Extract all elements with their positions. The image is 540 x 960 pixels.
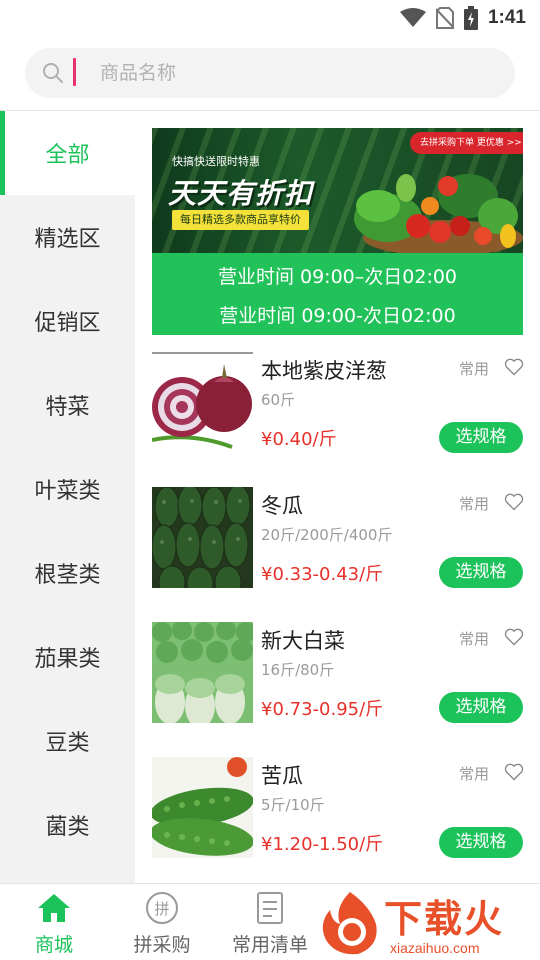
product-price: ¥0.33-0.43/斤: [261, 564, 384, 585]
red-onion-image: [152, 352, 253, 453]
group-buy-icon: 拼: [146, 892, 178, 924]
sidebar-item-promotion[interactable]: 促销区: [0, 279, 135, 363]
nav-item-frequent-list[interactable]: 常用清单: [216, 884, 324, 960]
vegetable-basket-image: [354, 174, 523, 253]
business-hours-panel: 营业时间 09:00–次日02:00 营业时间 09:00-次日02:00: [152, 253, 523, 335]
sidebar-item-label: 全部: [45, 143, 90, 168]
flame-logo-icon: [322, 892, 377, 955]
svg-text:拼: 拼: [154, 900, 169, 918]
banner-tag: 每日精选多款商品享特价: [172, 210, 309, 230]
select-spec-button[interactable]: 选规格: [439, 422, 523, 453]
status-bar: 1:41: [0, 0, 540, 36]
select-spec-button[interactable]: 选规格: [439, 827, 523, 858]
product-item[interactable]: 本地紫皮洋葱 常用 60斤 ¥0.40/斤 选规格: [152, 352, 524, 453]
sidebar-item-label: 根茎类: [34, 563, 101, 588]
sidebar-item-label: 茄果类: [34, 647, 101, 672]
product-price: ¥0.40/斤: [261, 429, 337, 450]
sidebar-item-root[interactable]: 根茎类: [0, 531, 135, 615]
sidebar-item-specialty[interactable]: 特菜: [0, 363, 135, 447]
nav-label: 拼采购: [133, 934, 191, 956]
status-time: 1:41: [487, 7, 526, 28]
search-input[interactable]: [75, 48, 495, 98]
product-price: ¥0.73-0.95/斤: [261, 699, 384, 720]
business-hours-text: 营业时间 09:00-次日02:00: [219, 305, 456, 327]
product-item[interactable]: 冬瓜 常用 20斤/200斤/400斤 ¥0.33-0.43/斤 选规格: [152, 487, 524, 588]
sidebar-item-label: 菌类: [45, 815, 90, 840]
banner-image: 快搞快送限时特惠 天天有折扣 每日精选多款商品享特价 去拼采购下单 更优惠 >>: [152, 128, 523, 253]
nav-label: 常用清单: [231, 934, 308, 956]
nav-label: 商城: [34, 934, 73, 956]
sidebar-item-label: 豆类: [45, 731, 90, 756]
frequent-tag: 常用: [459, 630, 490, 648]
sidebar-item-featured[interactable]: 精选区: [0, 195, 135, 279]
banner-subtitle: 快搞快送限时特惠: [172, 155, 260, 168]
watermark-logo: 下载火 xiazaihuo.com: [318, 886, 540, 960]
sidebar-item-label: 促销区: [34, 311, 101, 336]
sidebar-item-label: 特菜: [45, 395, 90, 420]
banner-headline: 天天有折扣: [168, 177, 314, 210]
sidebar-item-leafy[interactable]: 叶菜类: [0, 447, 135, 531]
watermark-url: xiazaihuo.com: [390, 940, 480, 956]
promo-banner[interactable]: 快搞快送限时特惠 天天有折扣 每日精选多款商品享特价 去拼采购下单 更优惠 >>…: [152, 128, 523, 335]
text-cursor: [73, 58, 76, 86]
product-name: 苦瓜: [261, 764, 303, 788]
heart-icon[interactable]: [504, 627, 524, 647]
bitter-melon-image: [152, 757, 253, 858]
product-name: 本地紫皮洋葱: [261, 359, 387, 383]
battery-charging-icon: [463, 6, 478, 30]
search-icon: [43, 63, 63, 83]
product-spec: 20斤/200斤/400斤: [261, 526, 393, 544]
no-sim-icon: [435, 7, 454, 29]
heart-icon[interactable]: [504, 762, 524, 782]
wifi-icon: [399, 8, 426, 27]
banner-cta-pill[interactable]: 去拼采购下单 更优惠 >>: [410, 132, 523, 154]
product-spec: 16斤/80斤: [261, 661, 335, 679]
product-spec: 60斤: [261, 391, 296, 409]
product-name: 冬瓜: [261, 494, 303, 518]
business-hours-text: 营业时间 09:00–次日02:00: [217, 266, 458, 288]
winter-melon-image: [152, 487, 253, 588]
nav-item-mall[interactable]: 商城: [0, 884, 108, 960]
sidebar-item-mushroom[interactable]: 菌类: [0, 783, 135, 867]
frequent-tag: 常用: [459, 360, 490, 378]
select-spec-button[interactable]: 选规格: [439, 557, 523, 588]
chinese-cabbage-image: [152, 622, 253, 723]
select-spec-button[interactable]: 选规格: [439, 692, 523, 723]
category-sidebar: 全部 精选区 促销区 特菜 叶菜类 根茎类 茄果类 豆类 菌类: [0, 111, 135, 883]
active-indicator: [0, 111, 5, 195]
list-icon: [257, 892, 283, 924]
product-spec: 5斤/10斤: [261, 796, 325, 814]
home-icon: [38, 894, 70, 922]
nav-item-group-buy[interactable]: 拼 拼采购: [108, 884, 216, 960]
frequent-tag: 常用: [459, 495, 490, 513]
frequent-tag: 常用: [459, 765, 490, 783]
product-item[interactable]: 苦瓜 常用 5斤/10斤 ¥1.20-1.50/斤 选规格: [152, 757, 524, 858]
sidebar-item-label: 叶菜类: [34, 479, 101, 504]
sidebar-item-all[interactable]: 全部: [0, 111, 135, 195]
heart-icon[interactable]: [504, 492, 524, 512]
sidebar-item-beans[interactable]: 豆类: [0, 699, 135, 783]
sidebar-item-label: 精选区: [34, 227, 101, 252]
sidebar-item-fruit-veg[interactable]: 茄果类: [0, 615, 135, 699]
product-item[interactable]: 新大白菜 常用 16斤/80斤 ¥0.73-0.95/斤 选规格: [152, 622, 524, 723]
heart-icon[interactable]: [504, 357, 524, 377]
search-bar[interactable]: [25, 48, 515, 98]
watermark-title: 下载火: [384, 897, 505, 941]
product-price: ¥1.20-1.50/斤: [261, 834, 384, 855]
product-name: 新大白菜: [261, 629, 345, 653]
